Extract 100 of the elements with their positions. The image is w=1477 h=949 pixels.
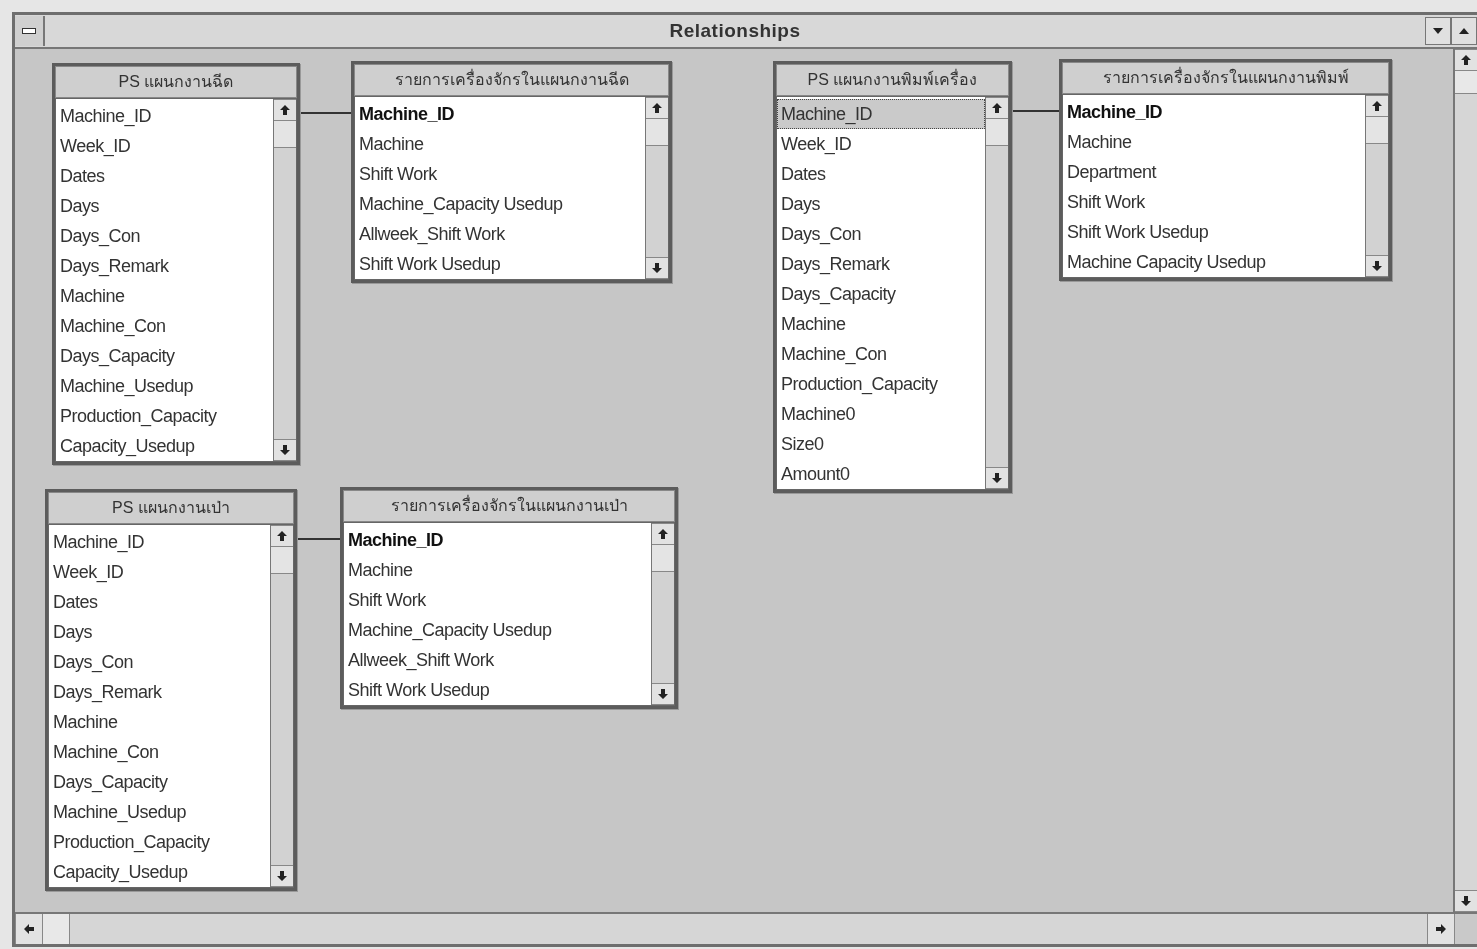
minimize-button[interactable] bbox=[1425, 17, 1451, 45]
field-name[interactable]: Machine bbox=[1063, 127, 1365, 157]
field-name[interactable]: Shift Work bbox=[355, 159, 645, 189]
field-name[interactable]: Days bbox=[777, 189, 985, 219]
scroll-thumb[interactable] bbox=[43, 914, 70, 944]
scroll-up-icon[interactable] bbox=[271, 525, 293, 547]
field-name[interactable]: Production_Capacity bbox=[56, 401, 273, 431]
table-window[interactable]: PS แผนกงานเป่า Machine_ID Week_ID Dates Days Days_Con Days_Remark Machine Machine_Con Days_Capacity Machine_Usedup Production_Capacity Capacity_Usedup bbox=[45, 489, 297, 891]
field-name[interactable]: Production_Capacity bbox=[777, 369, 985, 399]
table-window[interactable]: PS แผนกงานพิมพ์เครื่อง Machine_ID Week_ID Dates Days Days_Con Days_Remark Days_Capacity Machine Machine_Con Production_Capacity Machine0 Size0 Amount0 bbox=[773, 61, 1012, 493]
field-name[interactable]: Week_ID bbox=[56, 131, 273, 161]
field-name[interactable]: Machine_Con bbox=[777, 339, 985, 369]
field-name[interactable]: Days_Con bbox=[49, 647, 270, 677]
field-name[interactable]: Machine_ID bbox=[344, 525, 651, 555]
field-name[interactable]: Capacity_Usedup bbox=[56, 431, 273, 461]
field-name[interactable]: Machine bbox=[49, 707, 270, 737]
field-name[interactable]: Machine Capacity Usedup bbox=[1063, 247, 1365, 277]
scroll-thumb[interactable] bbox=[986, 119, 1008, 146]
field-name[interactable]: Days_Remark bbox=[56, 251, 273, 281]
field-name[interactable]: Machine_Con bbox=[56, 311, 273, 341]
field-name[interactable]: Dates bbox=[777, 159, 985, 189]
scroll-up-icon[interactable] bbox=[646, 97, 668, 119]
system-menu-button[interactable] bbox=[15, 16, 45, 46]
table-title[interactable]: PS แผนกงานเป่า bbox=[48, 492, 294, 524]
field-name[interactable]: Machine_Capacity Usedup bbox=[355, 189, 645, 219]
table-window[interactable]: รายการเครื่องจักรในแผนกงานพิมพ์ Machine_ID Machine Department Shift Work Shift Work Usedup Machine Capacity Usedup bbox=[1059, 59, 1392, 281]
scroll-up-icon[interactable] bbox=[652, 523, 674, 545]
scrollbar[interactable] bbox=[273, 99, 296, 461]
field-name[interactable]: Dates bbox=[56, 161, 273, 191]
field-name[interactable]: Shift Work Usedup bbox=[355, 249, 645, 279]
field-name[interactable]: Machine bbox=[355, 129, 645, 159]
scroll-up-icon[interactable] bbox=[1366, 95, 1388, 117]
field-name[interactable]: Machine_ID bbox=[777, 99, 985, 129]
field-name[interactable]: Days bbox=[56, 191, 273, 221]
field-name[interactable]: Days_Con bbox=[56, 221, 273, 251]
field-name[interactable]: Machine_ID bbox=[49, 527, 270, 557]
scrollbar[interactable] bbox=[645, 97, 668, 279]
scroll-thumb[interactable] bbox=[1455, 71, 1477, 94]
field-name[interactable]: Machine_Usedup bbox=[49, 797, 270, 827]
field-name[interactable]: Dates bbox=[49, 587, 270, 617]
scroll-thumb[interactable] bbox=[271, 547, 293, 574]
field-name[interactable]: Capacity_Usedup bbox=[49, 857, 270, 887]
table-title[interactable]: รายการเครื่องจักรในแผนกงานพิมพ์ bbox=[1062, 62, 1389, 94]
scroll-right-icon[interactable] bbox=[1427, 914, 1455, 944]
field-name[interactable]: Week_ID bbox=[777, 129, 985, 159]
scroll-up-icon[interactable] bbox=[986, 97, 1008, 119]
field-name[interactable]: Production_Capacity bbox=[49, 827, 270, 857]
scroll-thumb[interactable] bbox=[652, 545, 674, 572]
field-name[interactable]: Shift Work bbox=[1063, 187, 1365, 217]
scroll-down-icon[interactable] bbox=[646, 257, 668, 279]
field-name[interactable]: Allweek_Shift Work bbox=[355, 219, 645, 249]
maximize-button[interactable] bbox=[1451, 17, 1477, 45]
scroll-down-icon[interactable] bbox=[271, 865, 293, 887]
field-name[interactable]: Days_Remark bbox=[49, 677, 270, 707]
scroll-down-icon[interactable] bbox=[1455, 890, 1477, 912]
field-name[interactable]: Machine bbox=[777, 309, 985, 339]
scroll-thumb[interactable] bbox=[1366, 117, 1388, 144]
field-name[interactable]: Machine_Capacity Usedup bbox=[344, 615, 651, 645]
table-title[interactable]: รายการเครื่องจักรในแผนกงานฉีด bbox=[354, 64, 669, 96]
field-name[interactable]: Days bbox=[49, 617, 270, 647]
field-name[interactable]: Shift Work Usedup bbox=[1063, 217, 1365, 247]
scrollbar[interactable] bbox=[985, 97, 1008, 489]
field-name[interactable]: Size0 bbox=[777, 429, 985, 459]
vertical-scrollbar[interactable] bbox=[1453, 49, 1477, 912]
field-name[interactable]: Shift Work bbox=[344, 585, 651, 615]
field-name[interactable]: Machine_Con bbox=[49, 737, 270, 767]
table-window[interactable]: รายการเครื่องจักรในแผนกงานฉีด Machine_ID Machine Shift Work Machine_Capacity Usedup Allweek_Shift Work Shift Work Usedup bbox=[351, 61, 672, 283]
field-name[interactable]: Days_Capacity bbox=[777, 279, 985, 309]
table-title[interactable]: รายการเครื่องจักรในแผนกงานเป่า bbox=[343, 490, 675, 522]
table-title[interactable]: PS แผนกงานฉีด bbox=[55, 66, 297, 98]
field-name[interactable]: Machine bbox=[56, 281, 273, 311]
field-name[interactable]: Amount0 bbox=[777, 459, 985, 489]
field-name[interactable]: Machine_Usedup bbox=[56, 371, 273, 401]
field-name[interactable]: Machine_ID bbox=[56, 101, 273, 131]
field-name[interactable]: Machine_ID bbox=[1063, 97, 1365, 127]
scroll-down-icon[interactable] bbox=[1366, 255, 1388, 277]
field-name[interactable]: Days_Con bbox=[777, 219, 985, 249]
scrollbar[interactable] bbox=[270, 525, 293, 887]
table-window[interactable]: PS แผนกงานฉีด Machine_ID Week_ID Dates Days Days_Con Days_Remark Machine Machine_Con Days_Capacity Machine_Usedup Production_Capacity Capacity_Usedup bbox=[52, 63, 300, 465]
scrollbar[interactable] bbox=[1365, 95, 1388, 277]
scroll-up-icon[interactable] bbox=[1455, 49, 1477, 71]
scroll-thumb[interactable] bbox=[274, 121, 296, 148]
field-name[interactable]: Days_Remark bbox=[777, 249, 985, 279]
field-name[interactable]: Shift Work Usedup bbox=[344, 675, 651, 705]
scroll-up-icon[interactable] bbox=[274, 99, 296, 121]
table-window[interactable]: รายการเครื่องจักรในแผนกงานเป่า Machine_ID Machine Shift Work Machine_Capacity Usedup Allweek_Shift Work Shift Work Usedup bbox=[340, 487, 678, 709]
scroll-left-icon[interactable] bbox=[15, 914, 43, 944]
field-name[interactable]: Department bbox=[1063, 157, 1365, 187]
field-name[interactable]: Days_Capacity bbox=[56, 341, 273, 371]
field-name[interactable]: Machine0 bbox=[777, 399, 985, 429]
scrollbar[interactable] bbox=[651, 523, 674, 705]
field-name[interactable]: Days_Capacity bbox=[49, 767, 270, 797]
field-name[interactable]: Week_ID bbox=[49, 557, 270, 587]
field-name[interactable]: Machine bbox=[344, 555, 651, 585]
table-title[interactable]: PS แผนกงานพิมพ์เครื่อง bbox=[776, 64, 1009, 96]
scroll-down-icon[interactable] bbox=[986, 467, 1008, 489]
field-name[interactable]: Allweek_Shift Work bbox=[344, 645, 651, 675]
field-name[interactable]: Machine_ID bbox=[355, 99, 645, 129]
scroll-down-icon[interactable] bbox=[274, 439, 296, 461]
horizontal-scrollbar[interactable] bbox=[15, 912, 1477, 944]
